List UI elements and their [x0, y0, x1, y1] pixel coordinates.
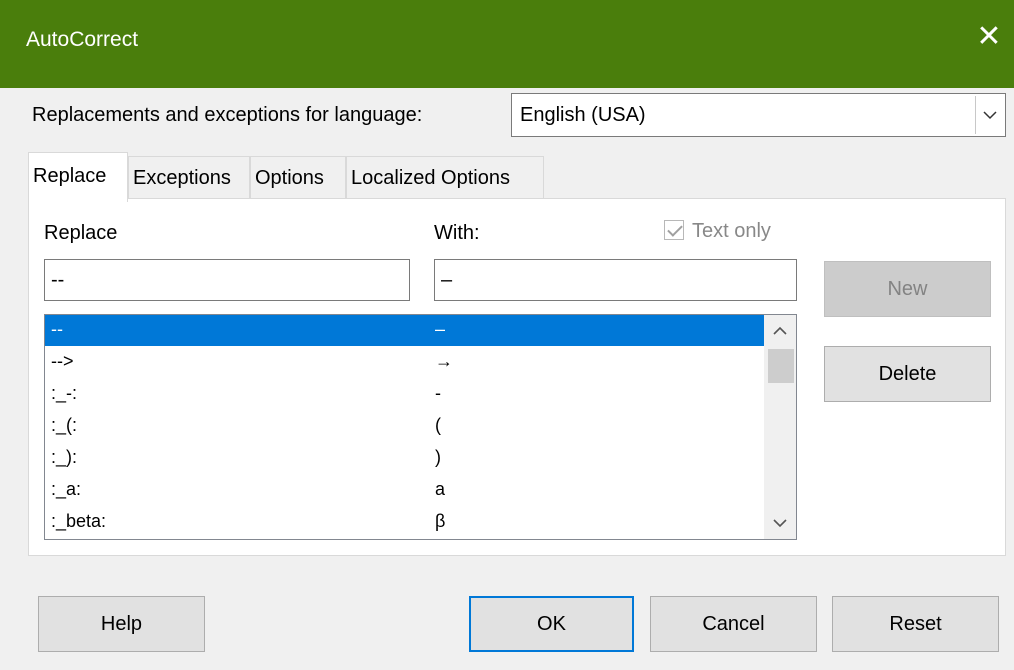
row-with: – [435, 319, 446, 339]
help-button[interactable]: Help [38, 596, 205, 652]
row-replace: -- [51, 319, 63, 339]
checkbox-checked-icon[interactable] [664, 220, 684, 240]
scroll-down-icon[interactable] [764, 507, 796, 539]
close-icon[interactable]: ✕ [974, 22, 1004, 52]
list-row[interactable]: :_a: a [45, 475, 765, 506]
scroll-thumb[interactable] [768, 349, 794, 383]
replace-label: Replace [44, 222, 118, 244]
row-with: ) [435, 447, 441, 467]
scroll-up-icon[interactable] [764, 315, 796, 347]
text-only-checkbox[interactable]: Text only [664, 220, 771, 243]
with-input[interactable]: – [434, 259, 797, 301]
reset-button[interactable]: Reset [832, 596, 999, 652]
ok-button[interactable]: OK [469, 596, 634, 652]
chevron-down-icon[interactable] [975, 96, 1003, 134]
tab-localized-options[interactable]: Localized Options [346, 156, 544, 200]
tab-exceptions[interactable]: Exceptions [128, 156, 250, 200]
row-replace: :_beta: [51, 511, 107, 531]
language-value: English (USA) [520, 104, 646, 126]
language-label: Replacements and exceptions for language… [32, 104, 423, 126]
list-row[interactable]: -- – [45, 315, 765, 346]
row-replace: :_(: [51, 415, 78, 435]
title-bar: AutoCorrect ✕ [0, 0, 1014, 88]
replacement-list[interactable]: -- – --> → :_-: - :_(: ( :_):) :_a: a :_beta:… [44, 314, 797, 540]
delete-button[interactable]: Delete [824, 346, 991, 402]
row-replace: --> [51, 351, 74, 371]
row-with: → [435, 351, 453, 371]
row-replace: :_-: [51, 383, 78, 403]
tab-replace[interactable]: Replace [28, 152, 128, 202]
replace-input[interactable]: -- [44, 259, 410, 301]
list-row[interactable]: :_(: ( [45, 411, 765, 442]
list-row[interactable]: :_-: - [45, 379, 765, 410]
row-replace: :_): [51, 447, 78, 467]
row-with: - [435, 383, 441, 403]
window-title: AutoCorrect [26, 28, 139, 51]
tab-options[interactable]: Options [250, 156, 346, 200]
list-row[interactable]: :_beta: β [45, 507, 765, 538]
row-with: ( [435, 415, 441, 435]
cancel-button[interactable]: Cancel [650, 596, 817, 652]
with-label: With: [434, 222, 480, 244]
text-only-label: Text only [692, 220, 771, 242]
row-replace: :_a: [51, 479, 82, 499]
list-row[interactable]: --> → [45, 347, 765, 378]
list-scrollbar[interactable] [764, 315, 796, 539]
language-select[interactable]: English (USA) [511, 93, 1006, 137]
list-row[interactable]: :_):) [45, 443, 765, 474]
new-button[interactable]: New [824, 261, 991, 317]
row-with: a [435, 479, 446, 499]
row-with: β [435, 511, 446, 531]
